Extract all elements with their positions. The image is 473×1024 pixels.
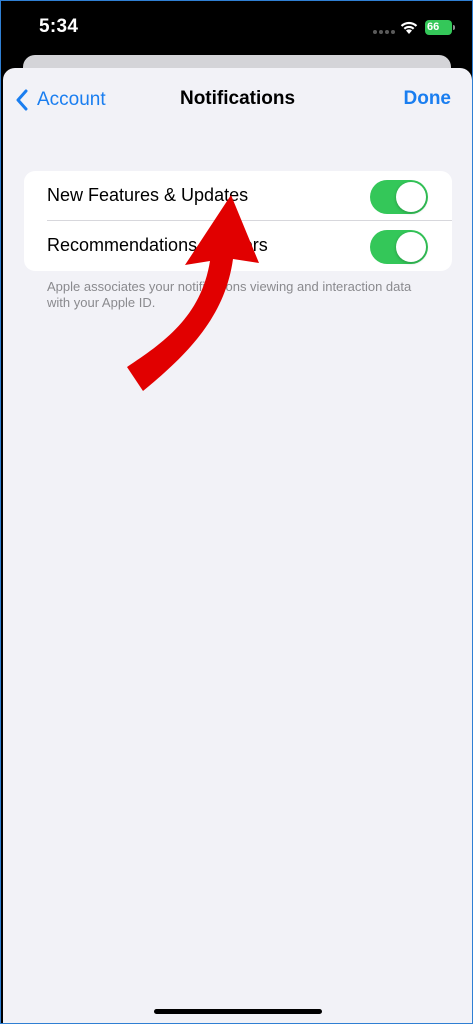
done-button[interactable]: Done bbox=[404, 88, 452, 110]
toggle-knob bbox=[396, 182, 426, 212]
setting-row-new-features: New Features & Updates bbox=[24, 171, 452, 221]
toggle-new-features[interactable] bbox=[370, 180, 428, 214]
battery-level: 66 bbox=[427, 21, 440, 33]
toggle-knob bbox=[396, 232, 426, 262]
notifications-sheet: Account Notifications Done New Features … bbox=[3, 68, 472, 1023]
phone-screen: 5:34 66 Account Notifications Done New F… bbox=[0, 0, 473, 1024]
setting-row-recommendations: Recommendations & Offers bbox=[24, 221, 452, 271]
toggle-recommendations[interactable] bbox=[370, 230, 428, 264]
home-indicator[interactable] bbox=[154, 1009, 322, 1014]
battery-icon: 66 bbox=[425, 20, 452, 35]
status-time: 5:34 bbox=[39, 16, 79, 37]
back-label: Account bbox=[37, 89, 106, 110]
notification-settings-group: New Features & Updates Recommendations &… bbox=[24, 171, 452, 271]
setting-label-new-features: New Features & Updates bbox=[47, 185, 249, 205]
wifi-icon bbox=[400, 21, 418, 34]
back-button[interactable]: Account bbox=[15, 88, 106, 112]
setting-label-recommendations: Recommendations & Offers bbox=[47, 235, 268, 255]
settings-footnote: Apple associates your notifications view… bbox=[47, 279, 412, 310]
status-bar: 5:34 66 bbox=[1, 1, 472, 59]
battery-tip bbox=[453, 25, 455, 30]
cellular-signal-icon bbox=[373, 30, 397, 34]
chevron-left-icon bbox=[16, 89, 28, 111]
